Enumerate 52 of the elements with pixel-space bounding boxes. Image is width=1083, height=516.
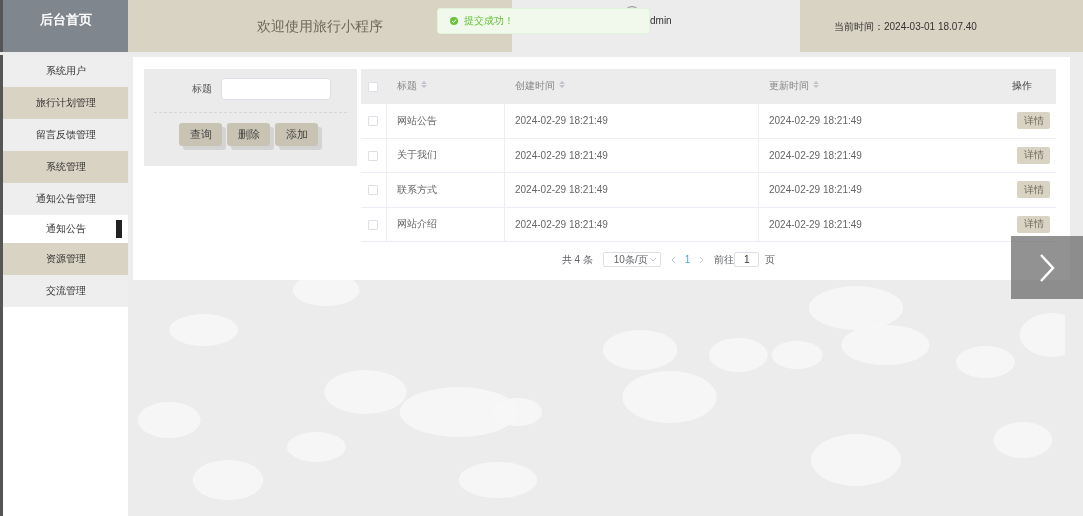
field-label: 标题 bbox=[192, 82, 212, 96]
next-page-icon[interactable] bbox=[700, 256, 705, 263]
checkbox[interactable] bbox=[368, 116, 378, 127]
page-suffix: 页 bbox=[765, 252, 776, 267]
menu-item[interactable]: 通知公告管理 bbox=[3, 183, 128, 215]
checkbox[interactable] bbox=[368, 219, 378, 230]
details-button[interactable]: 详情 bbox=[1017, 146, 1050, 164]
table-cell: 2024-02-29 18:21:49 bbox=[769, 115, 862, 126]
column-header[interactable]: 创建时间 bbox=[514, 80, 555, 92]
table-cell: 网站介绍 bbox=[397, 218, 437, 230]
table-cell: 联系方式 bbox=[397, 183, 437, 195]
table-cell: 2024-02-29 18:21:49 bbox=[515, 149, 608, 161]
table-cell: 2024-02-29 18:21:49 bbox=[769, 149, 862, 161]
table-cell: 2024-02-29 18:21:49 bbox=[769, 218, 862, 230]
username[interactable]: dmin bbox=[650, 15, 672, 26]
checkbox[interactable] bbox=[368, 185, 378, 196]
table-cell: 2024-02-29 18:21:49 bbox=[515, 115, 608, 126]
goto-page-field[interactable]: 1 bbox=[734, 252, 760, 267]
chevron-right-icon bbox=[1039, 253, 1055, 282]
prev-page-icon[interactable] bbox=[670, 256, 675, 263]
checkbox[interactable] bbox=[368, 81, 378, 92]
title-input-field[interactable] bbox=[221, 78, 331, 100]
total-count: 共 4 条 bbox=[561, 252, 593, 267]
check-circle-icon bbox=[450, 17, 458, 25]
menu-item[interactable]: 留言反馈管理 bbox=[3, 119, 128, 151]
column-header[interactable]: 更新时间 bbox=[768, 80, 809, 92]
goto-label: 前往 bbox=[714, 252, 735, 267]
toast-message: 提交成功！ bbox=[464, 14, 514, 28]
current-time: 当前时间：2024-03-01 18.07.40 bbox=[800, 0, 1083, 52]
logo-title[interactable]: 后台首页 bbox=[0, 0, 128, 52]
sort-icon[interactable] bbox=[558, 80, 565, 90]
table-cell: 网站公告 bbox=[397, 114, 437, 126]
page-size-select[interactable]: 10条/页 bbox=[602, 252, 661, 267]
table-cell: 2024-02-29 18:21:49 bbox=[515, 218, 608, 230]
table-cell: 2024-02-29 18:21:49 bbox=[515, 184, 608, 196]
details-button[interactable]: 详情 bbox=[1017, 215, 1050, 233]
menu-item[interactable]: 系统管理 bbox=[3, 151, 128, 183]
details-button[interactable]: 详情 bbox=[1017, 112, 1050, 129]
menu-item[interactable]: 资源管理 bbox=[3, 243, 128, 275]
details-button[interactable]: 详情 bbox=[1017, 181, 1050, 199]
table-cell: 2024-02-29 18:21:49 bbox=[769, 184, 862, 196]
table-cell: 关于我们 bbox=[397, 149, 437, 161]
next-button[interactable] bbox=[1011, 236, 1083, 299]
menu-item[interactable]: 旅行计划管理 bbox=[3, 87, 128, 119]
chevron-down-icon bbox=[649, 257, 656, 262]
column-header: 操作 bbox=[1011, 80, 1032, 92]
sort-icon[interactable] bbox=[812, 80, 819, 90]
sort-icon[interactable] bbox=[420, 80, 427, 90]
menu-item[interactable]: 交流管理 bbox=[3, 275, 128, 307]
column-header[interactable]: 标题 bbox=[396, 80, 417, 92]
menu-item[interactable]: 系统用户 bbox=[3, 55, 128, 87]
checkbox[interactable] bbox=[368, 150, 378, 161]
